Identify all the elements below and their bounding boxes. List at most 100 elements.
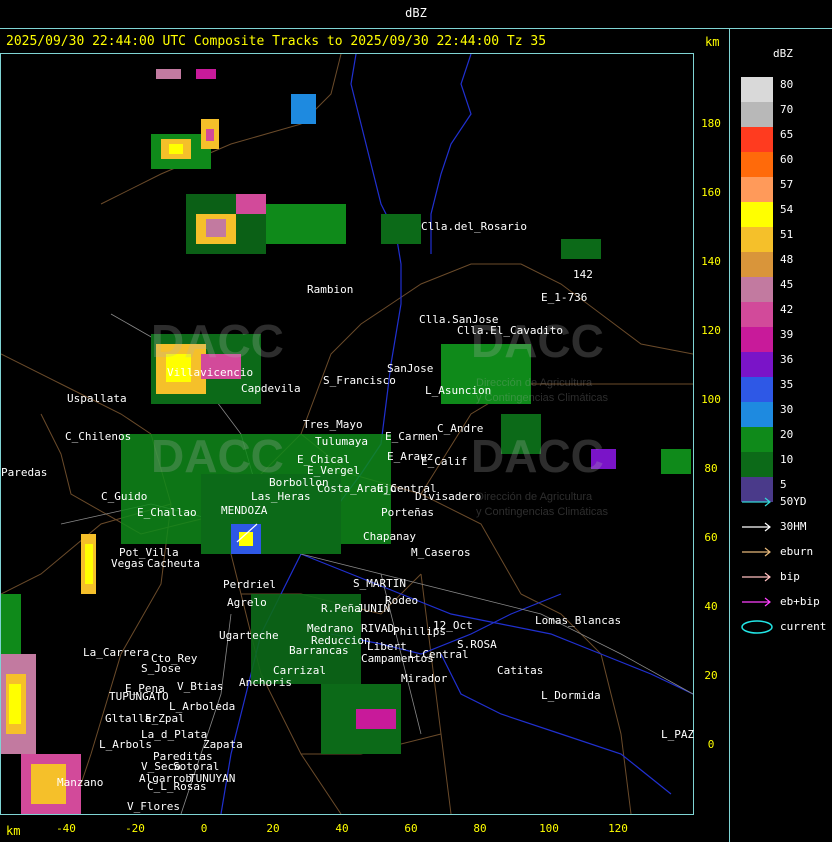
legend-swatch bbox=[741, 227, 773, 252]
watermark-line1b: Dirección de Agricultura bbox=[476, 491, 593, 503]
x-tick-label: 0 bbox=[200, 822, 208, 835]
legend-level-label: 45 bbox=[780, 278, 794, 291]
legend-level-label: 51 bbox=[780, 228, 794, 241]
legend-level-label: 20 bbox=[780, 428, 794, 441]
place-label: Clla.del_Rosario bbox=[421, 220, 527, 233]
place-label: E_Challao bbox=[137, 506, 197, 519]
header-unit-label: dBZ bbox=[405, 6, 427, 20]
y-tick-label: 0 bbox=[707, 738, 715, 751]
place-label: R.Peña bbox=[321, 602, 361, 615]
place-label: L_Dormida bbox=[541, 689, 601, 702]
watermark-brand-4: DACC bbox=[471, 430, 604, 482]
place-label: Divisadero bbox=[415, 490, 482, 503]
x-tick-label: -40 bbox=[56, 822, 76, 835]
legend-swatch bbox=[741, 352, 773, 377]
dbz-legend: dBZ 80 70 65 60 57 54 51 48 45 42 39 36 35 30 20 10 5 50… bbox=[730, 29, 832, 842]
place-label: Tulumaya bbox=[315, 435, 368, 448]
place-label: E_Zpal bbox=[145, 712, 185, 725]
legend-swatch bbox=[741, 127, 773, 152]
place-label: M_Caseros bbox=[411, 546, 471, 559]
legend-swatch bbox=[741, 102, 773, 127]
track-arrow-icon bbox=[742, 572, 771, 582]
composite-title: 2025/09/30 22:44:00 UTC Composite Tracks… bbox=[6, 34, 547, 49]
place-label: Ugarteche bbox=[219, 629, 279, 642]
y-tick-label: 40 bbox=[704, 600, 718, 613]
y-tick-label: 120 bbox=[701, 324, 721, 337]
y-tick-label: 60 bbox=[704, 531, 718, 544]
place-label: Villavicencio bbox=[167, 366, 254, 379]
place-label: Las_Heras bbox=[251, 490, 311, 503]
place-label: Uspallata bbox=[67, 392, 127, 405]
current-cell-ellipse-icon bbox=[741, 620, 773, 634]
legend-level-label: 70 bbox=[780, 103, 794, 116]
legend-level-label: 60 bbox=[780, 153, 794, 166]
place-label: S_Jose bbox=[141, 662, 181, 675]
place-label: C_Chilenos bbox=[65, 430, 132, 443]
place-label: Paredas bbox=[1, 466, 48, 479]
watermark-brand-1: DACC bbox=[151, 315, 284, 367]
radar-map[interactable]: DACC DACC DACC DACC Dirección de Agricul… bbox=[0, 53, 694, 815]
legend-swatch bbox=[741, 427, 773, 452]
legend-level-label: 10 bbox=[780, 453, 794, 466]
legend-level-label: 35 bbox=[780, 378, 794, 391]
track-legend-label: 50YD bbox=[780, 495, 807, 508]
place-label: Manzano bbox=[57, 776, 104, 789]
legend-level-label: 48 bbox=[780, 253, 794, 266]
place-label: Reduccion bbox=[311, 634, 371, 647]
place-label: SanJose bbox=[387, 362, 434, 375]
place-label: JUNIN bbox=[357, 602, 391, 615]
x-tick-label: 120 bbox=[608, 822, 628, 835]
place-label: La_Carrera bbox=[83, 646, 150, 659]
place-label: 142 bbox=[573, 268, 593, 281]
place-label: Perdriel bbox=[223, 578, 276, 591]
place-label: TUPUNGATO bbox=[109, 690, 169, 703]
legend-level-label: 57 bbox=[780, 178, 794, 191]
x-tick-label: 40 bbox=[335, 822, 349, 835]
place-label: V_Flores bbox=[127, 800, 180, 813]
x-tick-label: -20 bbox=[125, 822, 145, 835]
y-tick-label: 180 bbox=[701, 117, 721, 130]
place-label: Mirador bbox=[401, 672, 448, 685]
y-tick-label: 20 bbox=[704, 669, 718, 682]
place-label: L_PAZ bbox=[661, 728, 695, 741]
legend-level-label: 5 bbox=[780, 478, 787, 491]
x-tick-label: 100 bbox=[539, 822, 559, 835]
place-label: E_Calif bbox=[421, 455, 468, 468]
track-arrow-icon bbox=[742, 597, 771, 607]
title-bar: 2025/09/30 22:44:00 UTC Composite Tracks… bbox=[0, 29, 729, 53]
place-label: Lomas_Blancas bbox=[535, 614, 622, 627]
watermark-line2: y Contingencias Climáticas bbox=[476, 392, 609, 404]
legend-title: dBZ bbox=[773, 47, 793, 60]
place-label: C_Guido bbox=[101, 490, 148, 503]
place-label: L_Asuncion bbox=[425, 384, 492, 397]
place-label: Rambion bbox=[307, 283, 354, 296]
place-label: Capdevila bbox=[241, 382, 301, 395]
legend-swatch bbox=[741, 152, 773, 177]
place-label: C_Andre bbox=[437, 422, 484, 435]
place-label: Catitas bbox=[497, 664, 544, 677]
track-legend-label: eburn bbox=[780, 545, 814, 558]
track-legend-label: 30HM bbox=[780, 520, 807, 533]
place-label: Anchoris bbox=[239, 676, 292, 689]
place-label: La_d_Plata bbox=[141, 728, 208, 741]
legend-level-label: 36 bbox=[780, 353, 794, 366]
legend-swatch bbox=[741, 302, 773, 327]
place-label: V_Btias bbox=[177, 680, 224, 693]
place-label: E_1-736 bbox=[541, 291, 588, 304]
place-label: Campamentos bbox=[361, 652, 434, 665]
y-tick-label: 140 bbox=[701, 255, 721, 268]
place-label: Vegas bbox=[111, 557, 145, 570]
place-label: MENDOZA bbox=[221, 504, 268, 517]
legend-swatch bbox=[741, 452, 773, 477]
km-axis-label-bottom: km bbox=[6, 824, 21, 838]
place-label: E_Carmen bbox=[385, 430, 438, 443]
x-tick-label: 20 bbox=[266, 822, 280, 835]
km-axis-label-top: km bbox=[705, 35, 720, 49]
y-tick-label: 100 bbox=[701, 393, 721, 406]
place-label: Clla.El_Cavadito bbox=[457, 324, 563, 337]
place-label: Tres_Mayo bbox=[303, 418, 363, 431]
track-legend-label: bip bbox=[780, 570, 800, 583]
place-label: Cacheuta bbox=[147, 557, 200, 570]
legend-level-label: 54 bbox=[780, 203, 794, 216]
legend-swatch bbox=[741, 202, 773, 227]
